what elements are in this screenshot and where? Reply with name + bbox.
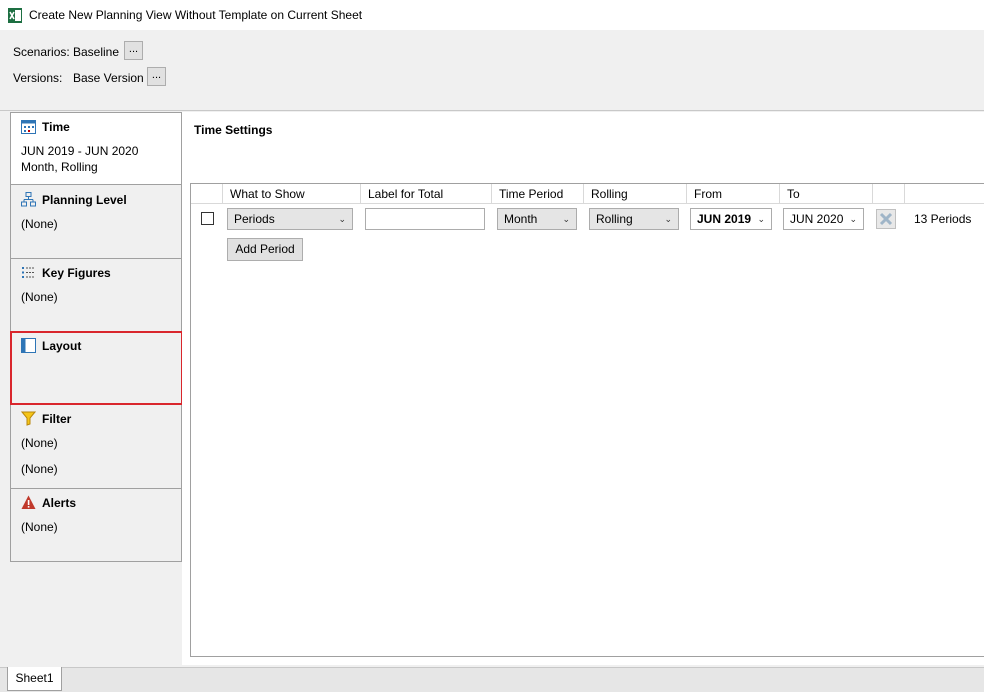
sheet-tab[interactable]: Sheet1 — [7, 667, 62, 691]
chevron-down-icon: ⌄ — [338, 214, 346, 224]
time-range-text: JUN 2019 - JUN 2020 — [21, 144, 139, 158]
column-header: Label for Total — [360, 184, 491, 204]
alerts-value: (None) — [21, 520, 58, 534]
dropdown-value: Periods — [234, 212, 275, 226]
sheet-bar — [0, 667, 984, 692]
filter-icon — [21, 411, 36, 426]
chevron-down-icon: ⌄ — [849, 214, 857, 224]
scenarios-value: Baseline — [73, 45, 120, 59]
dropdown-value: Rolling — [596, 212, 633, 226]
versions-browse-button[interactable]: ... — [147, 67, 166, 86]
column-header-empty — [904, 184, 984, 204]
column-header: To — [779, 184, 872, 204]
sidebar-item-time[interactable]: Time JUN 2019 - JUN 2020 Month, Rolling — [11, 113, 181, 185]
chevron-down-icon: ⌄ — [664, 214, 672, 224]
add-period-button[interactable]: Add Period — [227, 238, 303, 261]
row-select-checkbox[interactable] — [201, 212, 214, 225]
sidebar-item-label: Planning Level — [42, 192, 127, 207]
hierarchy-icon — [21, 192, 36, 207]
title-bar: Create New Planning View Without Templat… — [0, 0, 984, 30]
sidebar-item-filter[interactable]: Filter (None) (None) — [11, 405, 181, 489]
filter-value-1: (None) — [21, 436, 58, 450]
to-dropdown[interactable]: JUN 2020 ⌄ — [783, 208, 864, 230]
column-header: From — [686, 184, 779, 204]
dropdown-value: Month — [504, 212, 538, 226]
column-header: Time Period — [491, 184, 583, 204]
delete-icon — [879, 212, 893, 226]
layout-highlight-box — [10, 331, 183, 405]
scenarios-browse-button[interactable]: ... — [124, 41, 143, 60]
time-mode-text: Month, Rolling — [21, 160, 98, 174]
planning-level-value: (None) — [21, 217, 58, 231]
warning-icon — [21, 495, 36, 509]
key-figures-value: (None) — [21, 290, 58, 304]
versions-value: Base Version — [73, 71, 144, 85]
list-icon — [22, 267, 35, 278]
chevron-down-icon: ⌄ — [757, 214, 765, 224]
versions-label: Versions: — [13, 71, 63, 85]
label-for-total-input[interactable] — [365, 208, 485, 230]
column-header: Rolling — [583, 184, 686, 204]
sidebar-item-alerts[interactable]: Alerts (None) — [11, 489, 181, 561]
rolling-dropdown[interactable]: Rolling ⌄ — [589, 208, 679, 230]
excel-icon — [8, 8, 22, 23]
grid-header: What to Show Label for Total Time Period… — [191, 184, 984, 204]
scenarios-label: Scenarios: — [13, 45, 70, 59]
delete-row-button[interactable] — [876, 209, 896, 229]
what-to-show-dropdown[interactable]: Periods ⌄ — [227, 208, 353, 230]
from-dropdown[interactable]: JUN 2019 ⌄ — [690, 208, 772, 230]
sidebar-item-label: Key Figures — [42, 265, 111, 280]
period-count: 13 Periods — [914, 212, 972, 226]
sidebar-item-label: Time — [42, 119, 70, 134]
calendar-icon — [21, 120, 36, 134]
sidebar-item-label: Alerts — [42, 495, 77, 510]
dropdown-value: JUN 2019 — [697, 212, 752, 226]
column-header: What to Show — [222, 184, 360, 204]
time-period-dropdown[interactable]: Month ⌄ — [497, 208, 577, 230]
sidebar-item-planning-level[interactable]: Planning Level (None) — [11, 186, 181, 259]
window-title: Create New Planning View Without Templat… — [29, 8, 363, 22]
sidebar-item-key-figures[interactable]: Key Figures (None) — [11, 259, 181, 332]
sidebar-item-label: Filter — [42, 411, 72, 426]
time-settings-title: Time Settings — [194, 123, 273, 137]
column-header-empty — [872, 184, 904, 204]
chevron-down-icon: ⌄ — [562, 214, 570, 224]
time-settings-grid: What to Show Label for Total Time Period… — [190, 183, 984, 657]
dropdown-value: JUN 2020 — [790, 212, 844, 226]
filter-value-2: (None) — [21, 462, 58, 476]
